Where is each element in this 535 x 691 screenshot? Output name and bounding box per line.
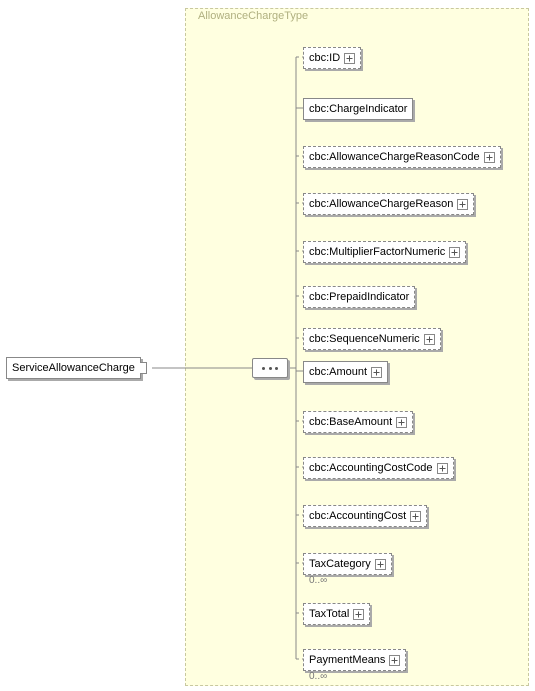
child-label: cbc:AccountingCost xyxy=(309,509,406,523)
occurrence-label: 0..∞ xyxy=(309,671,327,682)
plus-icon[interactable] xyxy=(371,367,382,378)
child-node[interactable]: cbc:SequenceNumeric xyxy=(303,328,441,350)
child-label: cbc:ID xyxy=(309,51,340,65)
plus-icon[interactable] xyxy=(437,463,448,474)
type-label: AllowanceChargeType xyxy=(198,10,308,22)
minus-icon xyxy=(140,362,147,374)
child-label: TaxTotal xyxy=(309,607,349,621)
child-label: cbc:PrepaidIndicator xyxy=(309,290,409,304)
plus-icon[interactable] xyxy=(457,199,468,210)
plus-icon[interactable] xyxy=(449,247,460,258)
child-label: PaymentMeans xyxy=(309,653,385,667)
child-node[interactable]: TaxCategory xyxy=(303,553,392,575)
child-node[interactable]: cbc:AccountingCost xyxy=(303,505,427,527)
occurrence-label: 0..∞ xyxy=(309,575,327,586)
child-node[interactable]: cbc:PrepaidIndicator xyxy=(303,286,415,308)
plus-icon[interactable] xyxy=(375,559,386,570)
root-node[interactable]: ServiceAllowanceCharge xyxy=(6,357,147,379)
child-node[interactable]: cbc:AccountingCostCode xyxy=(303,457,454,479)
child-node[interactable]: cbc:AllowanceChargeReason xyxy=(303,193,474,215)
plus-icon[interactable] xyxy=(410,511,421,522)
plus-icon[interactable] xyxy=(396,417,407,428)
child-label: cbc:SequenceNumeric xyxy=(309,332,420,346)
child-label: TaxCategory xyxy=(309,557,371,571)
child-label: cbc:ChargeIndicator xyxy=(309,102,407,116)
plus-icon[interactable] xyxy=(344,53,355,64)
child-node[interactable]: cbc:ChargeIndicator xyxy=(303,98,413,120)
child-label: cbc:AllowanceChargeReasonCode xyxy=(309,150,480,164)
child-node[interactable]: cbc:ID xyxy=(303,47,361,69)
child-label: cbc:AllowanceChargeReason xyxy=(309,197,453,211)
sequence-icon xyxy=(262,364,278,372)
child-node[interactable]: cbc:Amount xyxy=(303,361,388,383)
plus-icon[interactable] xyxy=(424,334,435,345)
plus-icon[interactable] xyxy=(484,152,495,163)
plus-icon[interactable] xyxy=(389,655,400,666)
child-label: cbc:Amount xyxy=(309,365,367,379)
sequence-compositor[interactable] xyxy=(252,358,288,378)
plus-icon[interactable] xyxy=(353,609,364,620)
child-node[interactable]: cbc:MultiplierFactorNumeric xyxy=(303,241,466,263)
child-node[interactable]: cbc:BaseAmount xyxy=(303,411,413,433)
child-node[interactable]: TaxTotal xyxy=(303,603,370,625)
child-node[interactable]: PaymentMeans xyxy=(303,649,406,671)
root-label: ServiceAllowanceCharge xyxy=(12,361,135,375)
child-label: cbc:MultiplierFactorNumeric xyxy=(309,245,445,259)
child-label: cbc:AccountingCostCode xyxy=(309,461,433,475)
child-label: cbc:BaseAmount xyxy=(309,415,392,429)
child-node[interactable]: cbc:AllowanceChargeReasonCode xyxy=(303,146,501,168)
diagram-canvas: AllowanceChargeType ServiceAllowanceChar… xyxy=(0,0,535,691)
